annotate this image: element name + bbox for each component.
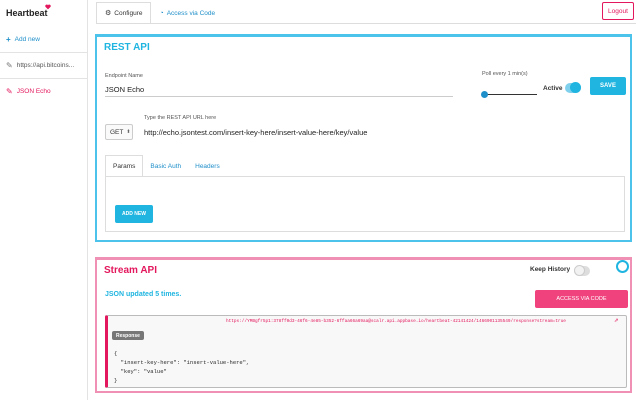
access-via-code-button[interactable]: ACCESS VIA CODE — [535, 290, 628, 308]
update-prefix: JSON updated — [105, 291, 156, 298]
json-line: { — [114, 350, 118, 357]
endpoint-name-label: Endpoint Name — [105, 73, 143, 79]
rest-api-card: REST API Endpoint Name Poll every 1 min(… — [95, 34, 632, 242]
response-badge: Response — [112, 331, 144, 340]
response-json: { "insert-key-here": "insert-value-here"… — [114, 349, 249, 385]
http-method-value: GET — [110, 128, 124, 136]
plus-icon: + — [6, 34, 11, 44]
tab-basic-auth[interactable]: Basic Auth — [143, 155, 188, 177]
rest-api-title: REST API — [104, 42, 150, 53]
logout-button[interactable]: Logout — [602, 2, 634, 20]
chevron-updown-icon: ⬍ — [126, 129, 131, 135]
poll-slider-handle[interactable] — [481, 91, 488, 98]
poll-slider-track[interactable] — [485, 94, 537, 95]
response-stream-url[interactable]: https://YMBgfr5p1:378ff0d3-46f6-4e85-b35… — [226, 319, 566, 324]
keep-history-label: Keep History — [530, 266, 571, 273]
tab-divider — [96, 23, 636, 24]
active-toggle[interactable] — [565, 82, 581, 93]
toggle-knob — [570, 82, 581, 93]
gear-icon: ⚙ — [105, 10, 112, 17]
sidebar: Heartbeat + Add new ✎ https://api.bitcoi… — [0, 0, 88, 400]
tab-params[interactable]: Params — [105, 155, 144, 177]
tab-access-label: Access via Code — [166, 9, 216, 17]
stream-api-card: Stream API Keep History JSON updated 5 t… — [95, 257, 632, 393]
tab-access-via-code[interactable]: ◔ Access via Code — [151, 2, 223, 24]
active-label: Active — [543, 85, 563, 92]
add-param-button[interactable]: ADD NEW — [115, 205, 153, 223]
sidebar-item-label: https://api.bitcoins... — [16, 62, 75, 69]
params-panel — [105, 176, 625, 232]
toggle-knob — [574, 265, 585, 276]
globe-icon: ◔ — [159, 9, 164, 17]
tab-configure[interactable]: ⚙ Configure — [96, 2, 152, 24]
http-method-select[interactable]: GET ⬍ — [105, 124, 133, 140]
save-button[interactable]: SAVE — [590, 77, 626, 95]
tab-headers[interactable]: Headers — [188, 155, 227, 177]
json-line: "key": "value" — [114, 368, 167, 375]
stream-api-title: Stream API — [104, 265, 157, 276]
update-count-text: JSON updated 5 times. — [105, 291, 181, 298]
sidebar-add-new-label: Add new — [14, 35, 40, 43]
sidebar-item-label: JSON Echo — [16, 88, 51, 95]
sidebar-add-new[interactable]: + Add new — [0, 26, 87, 52]
main-tabs: ⚙ Configure ◔ Access via Code — [96, 2, 223, 24]
tab-configure-label: Configure — [114, 9, 143, 17]
endpoint-name-input[interactable] — [105, 83, 453, 97]
rest-url-input[interactable] — [144, 125, 504, 139]
external-link-icon[interactable]: ⇗ — [614, 318, 619, 324]
keep-history-toggle[interactable] — [574, 265, 590, 276]
sidebar-item-json-echo[interactable]: ✎ JSON Echo — [0, 78, 87, 104]
sidebar-item-api-bitcoins[interactable]: ✎ https://api.bitcoins... — [0, 52, 87, 78]
url-label: Type the REST API URL here — [144, 115, 217, 121]
json-line: "insert-key-here": "insert-value-here", — [114, 359, 250, 366]
heart-icon — [45, 4, 51, 10]
request-tabs: Params Basic Auth Headers — [105, 155, 227, 177]
response-panel: Response https://YMBgfr5p1:378ff0d3-46f6… — [105, 315, 627, 388]
update-suffix: times. — [159, 291, 182, 298]
json-line: } — [114, 377, 118, 384]
status-indicator-icon — [616, 260, 629, 273]
pin-icon: ✎ — [6, 87, 13, 96]
poll-interval-label: Poll every 1 min(s) — [482, 71, 528, 77]
pin-icon: ✎ — [6, 61, 13, 70]
brand-logo: Heartbeat — [6, 8, 48, 18]
